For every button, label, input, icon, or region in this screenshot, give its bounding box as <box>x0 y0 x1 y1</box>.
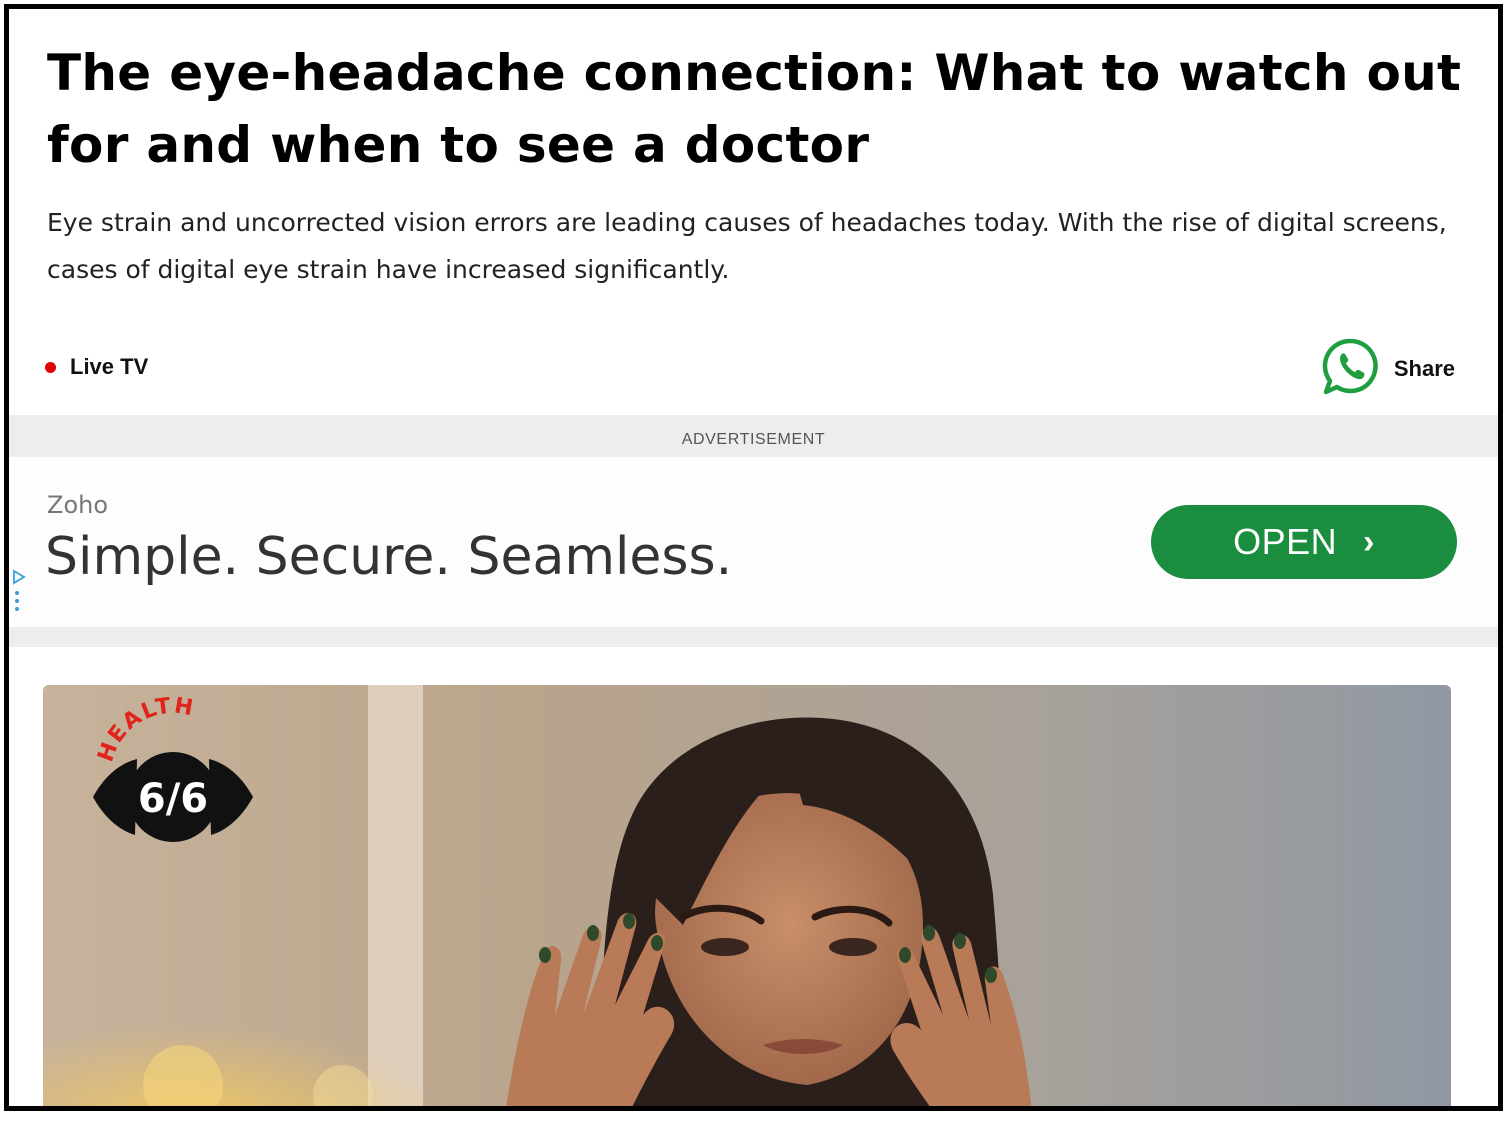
hero-image: HEALTH 6/6 <box>43 685 1451 1106</box>
ad-open-button[interactable]: OPEN › <box>1151 505 1457 579</box>
share-button[interactable]: Share <box>1320 336 1455 402</box>
chevron-right-icon: › <box>1363 522 1375 561</box>
share-label: Share <box>1393 356 1455 381</box>
logo-numeral: 6/6 <box>138 776 208 822</box>
ad-open-label: OPEN <box>1233 521 1338 562</box>
health-66-logo: HEALTH 6/6 <box>63 697 283 857</box>
live-indicator-dot <box>45 361 56 373</box>
advertisement-section: ADVERTISEMENT Zoho Simple. Secure. Seaml… <box>9 415 1498 647</box>
ad-tagline: Simple. Secure. Seamless. <box>45 527 733 587</box>
article-summary: Eye strain and uncorrected vision errors… <box>47 208 1447 284</box>
whatsapp-icon <box>1320 336 1382 402</box>
live-tv-link[interactable]: Live TV <box>45 349 148 385</box>
page-frame: The eye-headache connection: What to wat… <box>4 4 1503 1111</box>
live-tv-label: Live TV <box>70 354 149 379</box>
article-headline: The eye-headache connection: What to wat… <box>47 44 1462 174</box>
ad-brand-name: Zoho <box>47 491 109 519</box>
advertisement-label: ADVERTISEMENT <box>681 431 826 448</box>
ad-banner[interactable]: Zoho Simple. Secure. Seamless. OPEN › <box>9 457 1498 627</box>
article-meta-row: Live TV Share <box>45 336 1455 402</box>
adchoices-icon[interactable] <box>12 569 26 619</box>
